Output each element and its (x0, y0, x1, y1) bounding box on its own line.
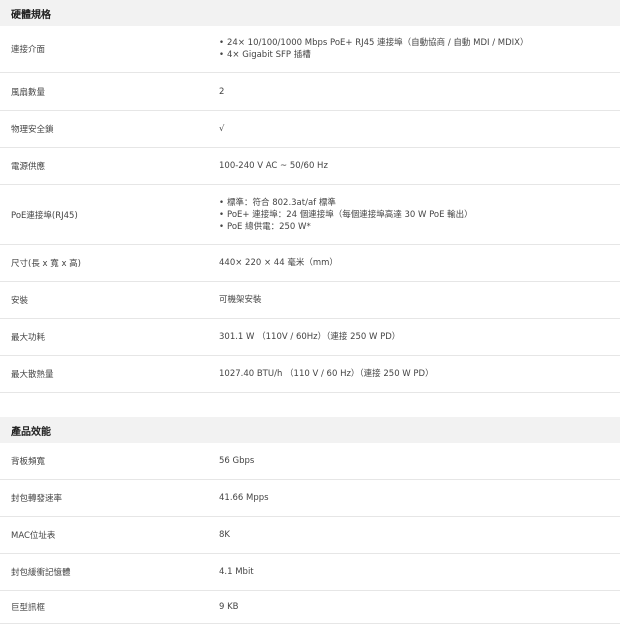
spec-label: MAC位址表 (11, 531, 56, 541)
spec-row-poe-ports: PoE連接埠(RJ45) 標準：符合 802.3at/af 標準 PoE+ 連接… (0, 185, 620, 245)
spec-label: 封包轉發速率 (11, 494, 63, 504)
spec-value: 8K (219, 530, 230, 540)
spec-bullet: 標準：符合 802.3at/af 標準 (219, 197, 620, 209)
spec-value: 標準：符合 802.3at/af 標準 PoE+ 連接埠：24 個連接埠（每個連… (219, 197, 620, 233)
spec-bullet: 4× Gigabit SFP 插槽 (219, 49, 620, 61)
spec-value: 24× 10/100/1000 Mbps PoE+ RJ45 連接埠（自動協商 … (219, 37, 620, 61)
spec-row-mounting: 安裝 可機架安裝 (0, 282, 620, 319)
spec-value: 301.1 W （110V / 60Hz）（連接 250 W PD） (219, 332, 401, 342)
spec-value: √ (219, 124, 225, 134)
spec-label: 巨型訊框 (11, 603, 46, 613)
spec-row-power-supply: 電源供應 100-240 V AC ~ 50/60 Hz (0, 148, 620, 185)
spec-label: 背板頻寬 (11, 457, 46, 467)
section-performance: 產品效能 背板頻寬 56 Gbps 封包轉發速率 41.66 Mpps MAC位… (0, 417, 620, 624)
spec-value: 1027.40 BTU/h （110 V / 60 Hz）（連接 250 W P… (219, 369, 434, 379)
spec-label: 最大散熱量 (11, 370, 54, 380)
spec-row-lock: 物理安全鎖 √ (0, 111, 620, 148)
spec-bullet: 24× 10/100/1000 Mbps PoE+ RJ45 連接埠（自動協商 … (219, 37, 620, 49)
spec-row-interfaces: 連接介面 24× 10/100/1000 Mbps PoE+ RJ45 連接埠（… (0, 26, 620, 73)
spec-value: 9 KB (219, 602, 239, 612)
spec-label: 連接介面 (11, 45, 46, 55)
spec-label: 風扇數量 (11, 87, 46, 98)
spec-row-dimensions: 尺寸(長 x 寬 x 高) 440× 220 × 44 毫米（mm） (0, 245, 620, 282)
spec-row-fans: 風扇數量 2 (0, 73, 620, 111)
spec-label: 物理安全鎖 (11, 125, 54, 135)
spec-value: 56 Gbps (219, 456, 255, 466)
section-title: 產品效能 (0, 417, 620, 443)
spec-value: 100-240 V AC ~ 50/60 Hz (219, 161, 328, 171)
spec-value: 41.66 Mpps (219, 493, 269, 503)
spec-bullet: PoE+ 連接埠：24 個連接埠（每個連接埠高達 30 W PoE 輸出） (219, 209, 620, 221)
section-title: 硬體規格 (0, 0, 620, 26)
spec-label: 尺寸(長 x 寬 x 高) (11, 259, 82, 269)
spec-bullet: PoE 總供電：250 W* (219, 221, 620, 233)
spec-value: 可機架安裝 (219, 295, 262, 305)
spec-row-max-power: 最大功耗 301.1 W （110V / 60Hz）（連接 250 W PD） (0, 319, 620, 356)
spec-label: 電源供應 (11, 162, 46, 172)
spec-label: PoE連接埠(RJ45) (11, 210, 78, 221)
spec-label: 封包緩衝記憶體 (11, 568, 71, 578)
spec-row-packet-buffer: 封包緩衝記憶體 4.1 Mbit (0, 554, 620, 591)
spec-row-max-heat: 最大散熱量 1027.40 BTU/h （110 V / 60 Hz）（連接 2… (0, 356, 620, 393)
spec-label: 最大功耗 (11, 333, 46, 343)
spec-value: 2 (219, 86, 225, 97)
spec-value: 4.1 Mbit (219, 567, 254, 577)
spec-label: 安裝 (11, 296, 29, 306)
spec-row-mac-table: MAC位址表 8K (0, 517, 620, 554)
section-hardware: 硬體規格 連接介面 24× 10/100/1000 Mbps PoE+ RJ45… (0, 0, 620, 393)
spec-row-jumbo-frame: 巨型訊框 9 KB (0, 591, 620, 624)
spec-row-forwarding-rate: 封包轉發速率 41.66 Mpps (0, 480, 620, 517)
spec-row-backplane: 背板頻寬 56 Gbps (0, 443, 620, 480)
spec-value: 440× 220 × 44 毫米（mm） (219, 258, 338, 268)
